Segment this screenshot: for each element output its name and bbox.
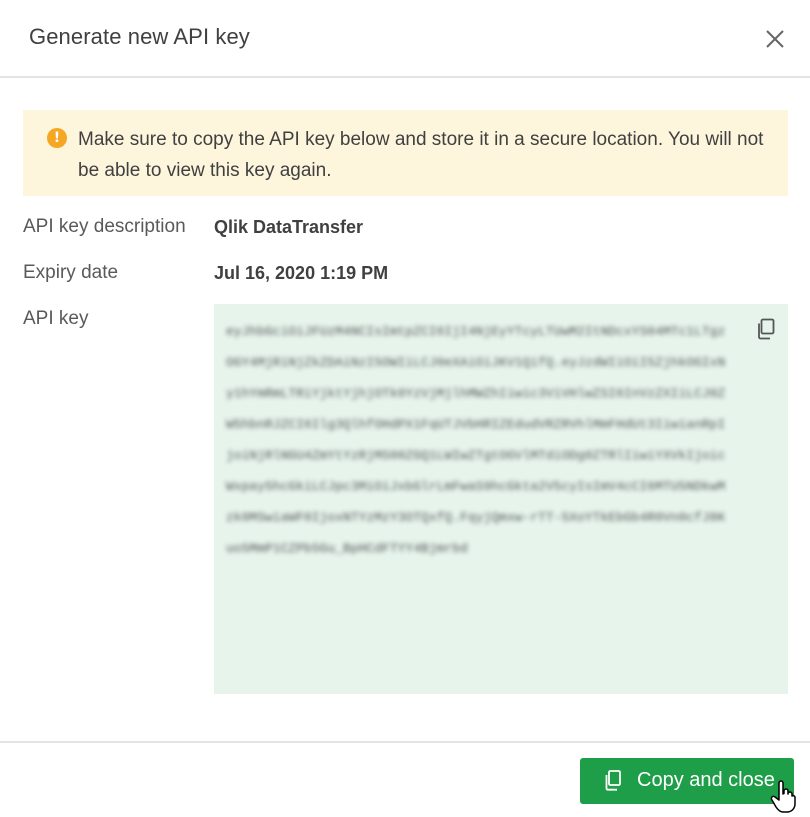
copy-and-close-button[interactable]: Copy and close xyxy=(580,758,794,804)
warning-icon: ! xyxy=(47,128,67,148)
api-key-dialog: Generate new API key ! Make sure to copy… xyxy=(0,0,810,817)
dialog-header: Generate new API key xyxy=(0,0,810,78)
api-key-label: API key xyxy=(23,308,89,329)
footer-divider xyxy=(0,741,810,743)
warning-banner: ! Make sure to copy the API key below an… xyxy=(23,110,788,196)
warning-message: Make sure to copy the API key below and … xyxy=(78,129,764,181)
close-icon xyxy=(766,30,784,48)
description-label: API key description xyxy=(23,216,186,237)
copy-key-button[interactable] xyxy=(756,318,776,340)
copy-icon xyxy=(605,770,621,791)
dialog-title: Generate new API key xyxy=(29,24,250,49)
copy-icon xyxy=(758,318,775,340)
api-key-value[interactable]: eyJhbGciOiJFUzM4NCIsImtpZCI6IjI4NjEyYTcy… xyxy=(226,316,726,564)
copy-and-close-label: Copy and close xyxy=(637,769,775,791)
expiry-value: Jul 16, 2020 1:19 PM xyxy=(214,263,389,283)
close-button[interactable] xyxy=(760,24,790,54)
expiry-label: Expiry date xyxy=(23,262,119,283)
api-key-box[interactable]: eyJhbGciOiJFUzM4NCIsImtpZCI6IjI4NjEyYTcy… xyxy=(214,304,788,694)
description-value: Qlik DataTransfer xyxy=(214,217,364,237)
